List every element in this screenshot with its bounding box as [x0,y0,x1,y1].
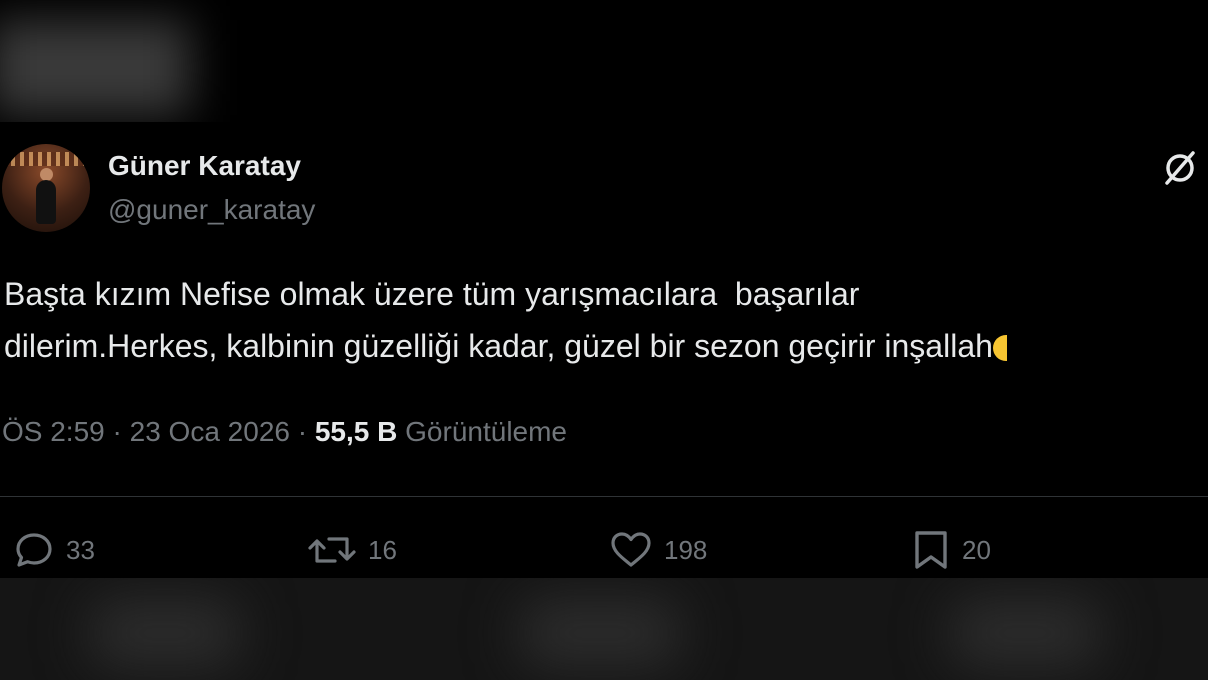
reply-button[interactable]: 33 [12,528,95,572]
tweet-metadata: ÖS 2:59 · 23 Oca 2026 · 55,5 B Görüntüle… [2,416,567,448]
meta-separator: · [297,416,308,447]
blurred-header-region [0,20,190,115]
meta-separator: · [112,416,122,447]
blurred-footer-region [0,578,1208,680]
action-bar: 33 16 198 20 [0,528,1208,572]
user-handle[interactable]: @guner_karatay [108,194,315,226]
tweet-text: Başta kızım Nefise olmak üzere tüm yarış… [4,268,1208,372]
bookmark-icon [910,528,952,572]
views-count: 55,5 B [314,416,398,447]
repost-count: 16 [368,534,397,565]
emoji-icon [992,335,1007,361]
repost-icon [306,528,358,572]
avatar[interactable] [2,144,90,232]
reply-count: 33 [66,534,95,565]
tweet-date[interactable]: 23 Oca 2026 [130,416,290,447]
tweet-card: Güner Karatay @guner_karatay Başta kızım… [0,122,1208,578]
reply-icon [12,528,56,572]
repost-button[interactable]: 16 [306,528,397,572]
bookmark-count: 20 [962,534,991,565]
tweet-time[interactable]: ÖS 2:59 [2,416,105,447]
like-button[interactable]: 198 [608,528,707,572]
tweet-text-line-1: Başta kızım Nefise olmak üzere tüm yarış… [4,276,860,312]
tweet-text-line-2: dilerim.Herkes, kalbinin güzelliği kadar… [4,328,993,364]
views-label: Görüntüleme [405,416,568,447]
heart-icon [608,528,654,572]
bookmark-button[interactable]: 20 [910,528,991,572]
grok-icon[interactable] [1160,148,1200,188]
divider [0,496,1208,497]
like-count: 198 [664,534,708,565]
display-name[interactable]: Güner Karatay [108,150,301,182]
